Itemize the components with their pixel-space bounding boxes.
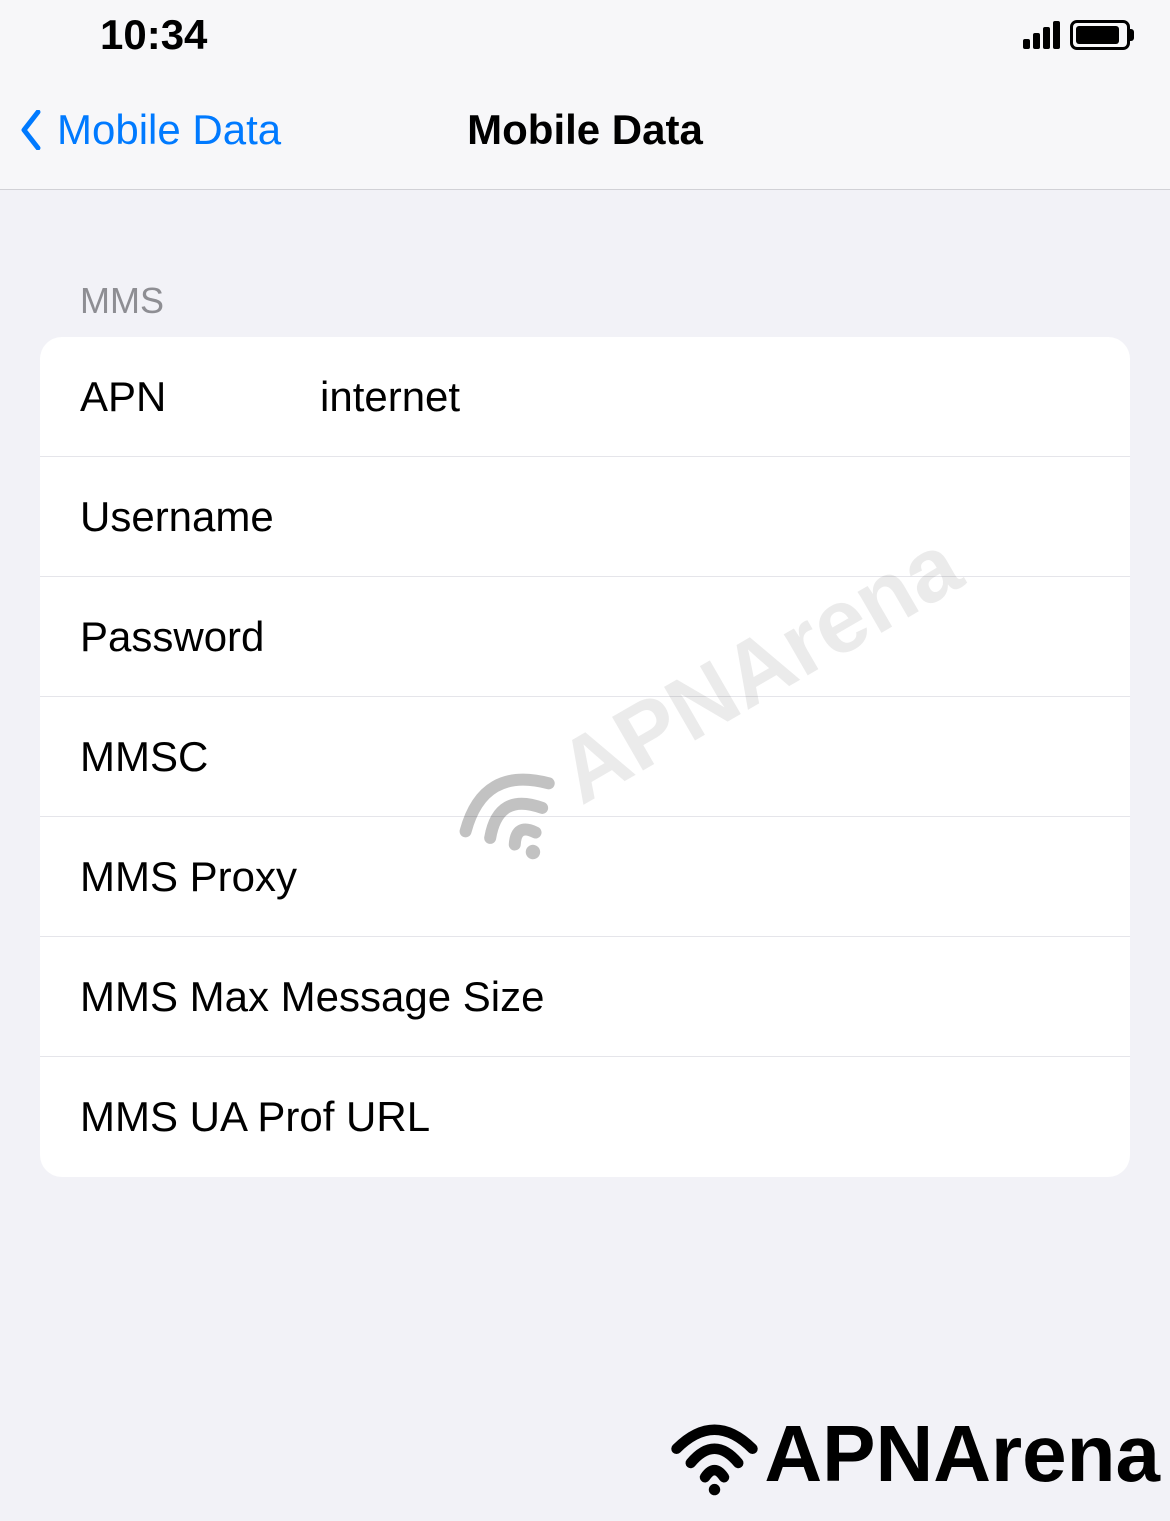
mmsc-row[interactable]: MMSC xyxy=(40,697,1130,817)
status-time: 10:34 xyxy=(100,11,207,59)
nav-header: Mobile Data Mobile Data xyxy=(0,70,1170,190)
back-label: Mobile Data xyxy=(57,106,281,154)
apn-row[interactable]: APN xyxy=(40,337,1130,457)
mms-proxy-label: MMS Proxy xyxy=(80,853,1090,901)
page-title: Mobile Data xyxy=(467,106,703,154)
cellular-signal-icon xyxy=(1023,21,1060,49)
mms-ua-prof-url-label: MMS UA Prof URL xyxy=(80,1093,1090,1141)
username-label: Username xyxy=(80,493,320,541)
password-row[interactable]: Password xyxy=(40,577,1130,697)
status-bar: 10:34 xyxy=(0,0,1170,70)
mms-max-message-size-label: MMS Max Message Size xyxy=(80,973,1090,1021)
username-input[interactable] xyxy=(320,493,1090,541)
status-icons xyxy=(1023,20,1130,50)
back-button[interactable]: Mobile Data xyxy=(0,106,281,154)
password-input[interactable] xyxy=(320,613,1090,661)
mms-max-message-size-row[interactable]: MMS Max Message Size xyxy=(40,937,1130,1057)
chevron-left-icon xyxy=(20,110,42,150)
mms-proxy-row[interactable]: MMS Proxy xyxy=(40,817,1130,937)
mms-ua-prof-url-row[interactable]: MMS UA Prof URL xyxy=(40,1057,1130,1177)
wifi-icon xyxy=(667,1406,762,1501)
mmsc-label: MMSC xyxy=(80,733,320,781)
apn-input[interactable] xyxy=(320,373,1090,421)
mms-settings-group: APN Username Password MMSC MMS Proxy MMS… xyxy=(40,337,1130,1177)
apn-label: APN xyxy=(80,373,320,421)
battery-icon xyxy=(1070,20,1130,50)
apnarena-logo: APNArena xyxy=(667,1406,1160,1501)
mmsc-input[interactable] xyxy=(320,733,1090,781)
password-label: Password xyxy=(80,613,320,661)
section-header-mms: MMS xyxy=(0,190,1170,337)
username-row[interactable]: Username xyxy=(40,457,1130,577)
